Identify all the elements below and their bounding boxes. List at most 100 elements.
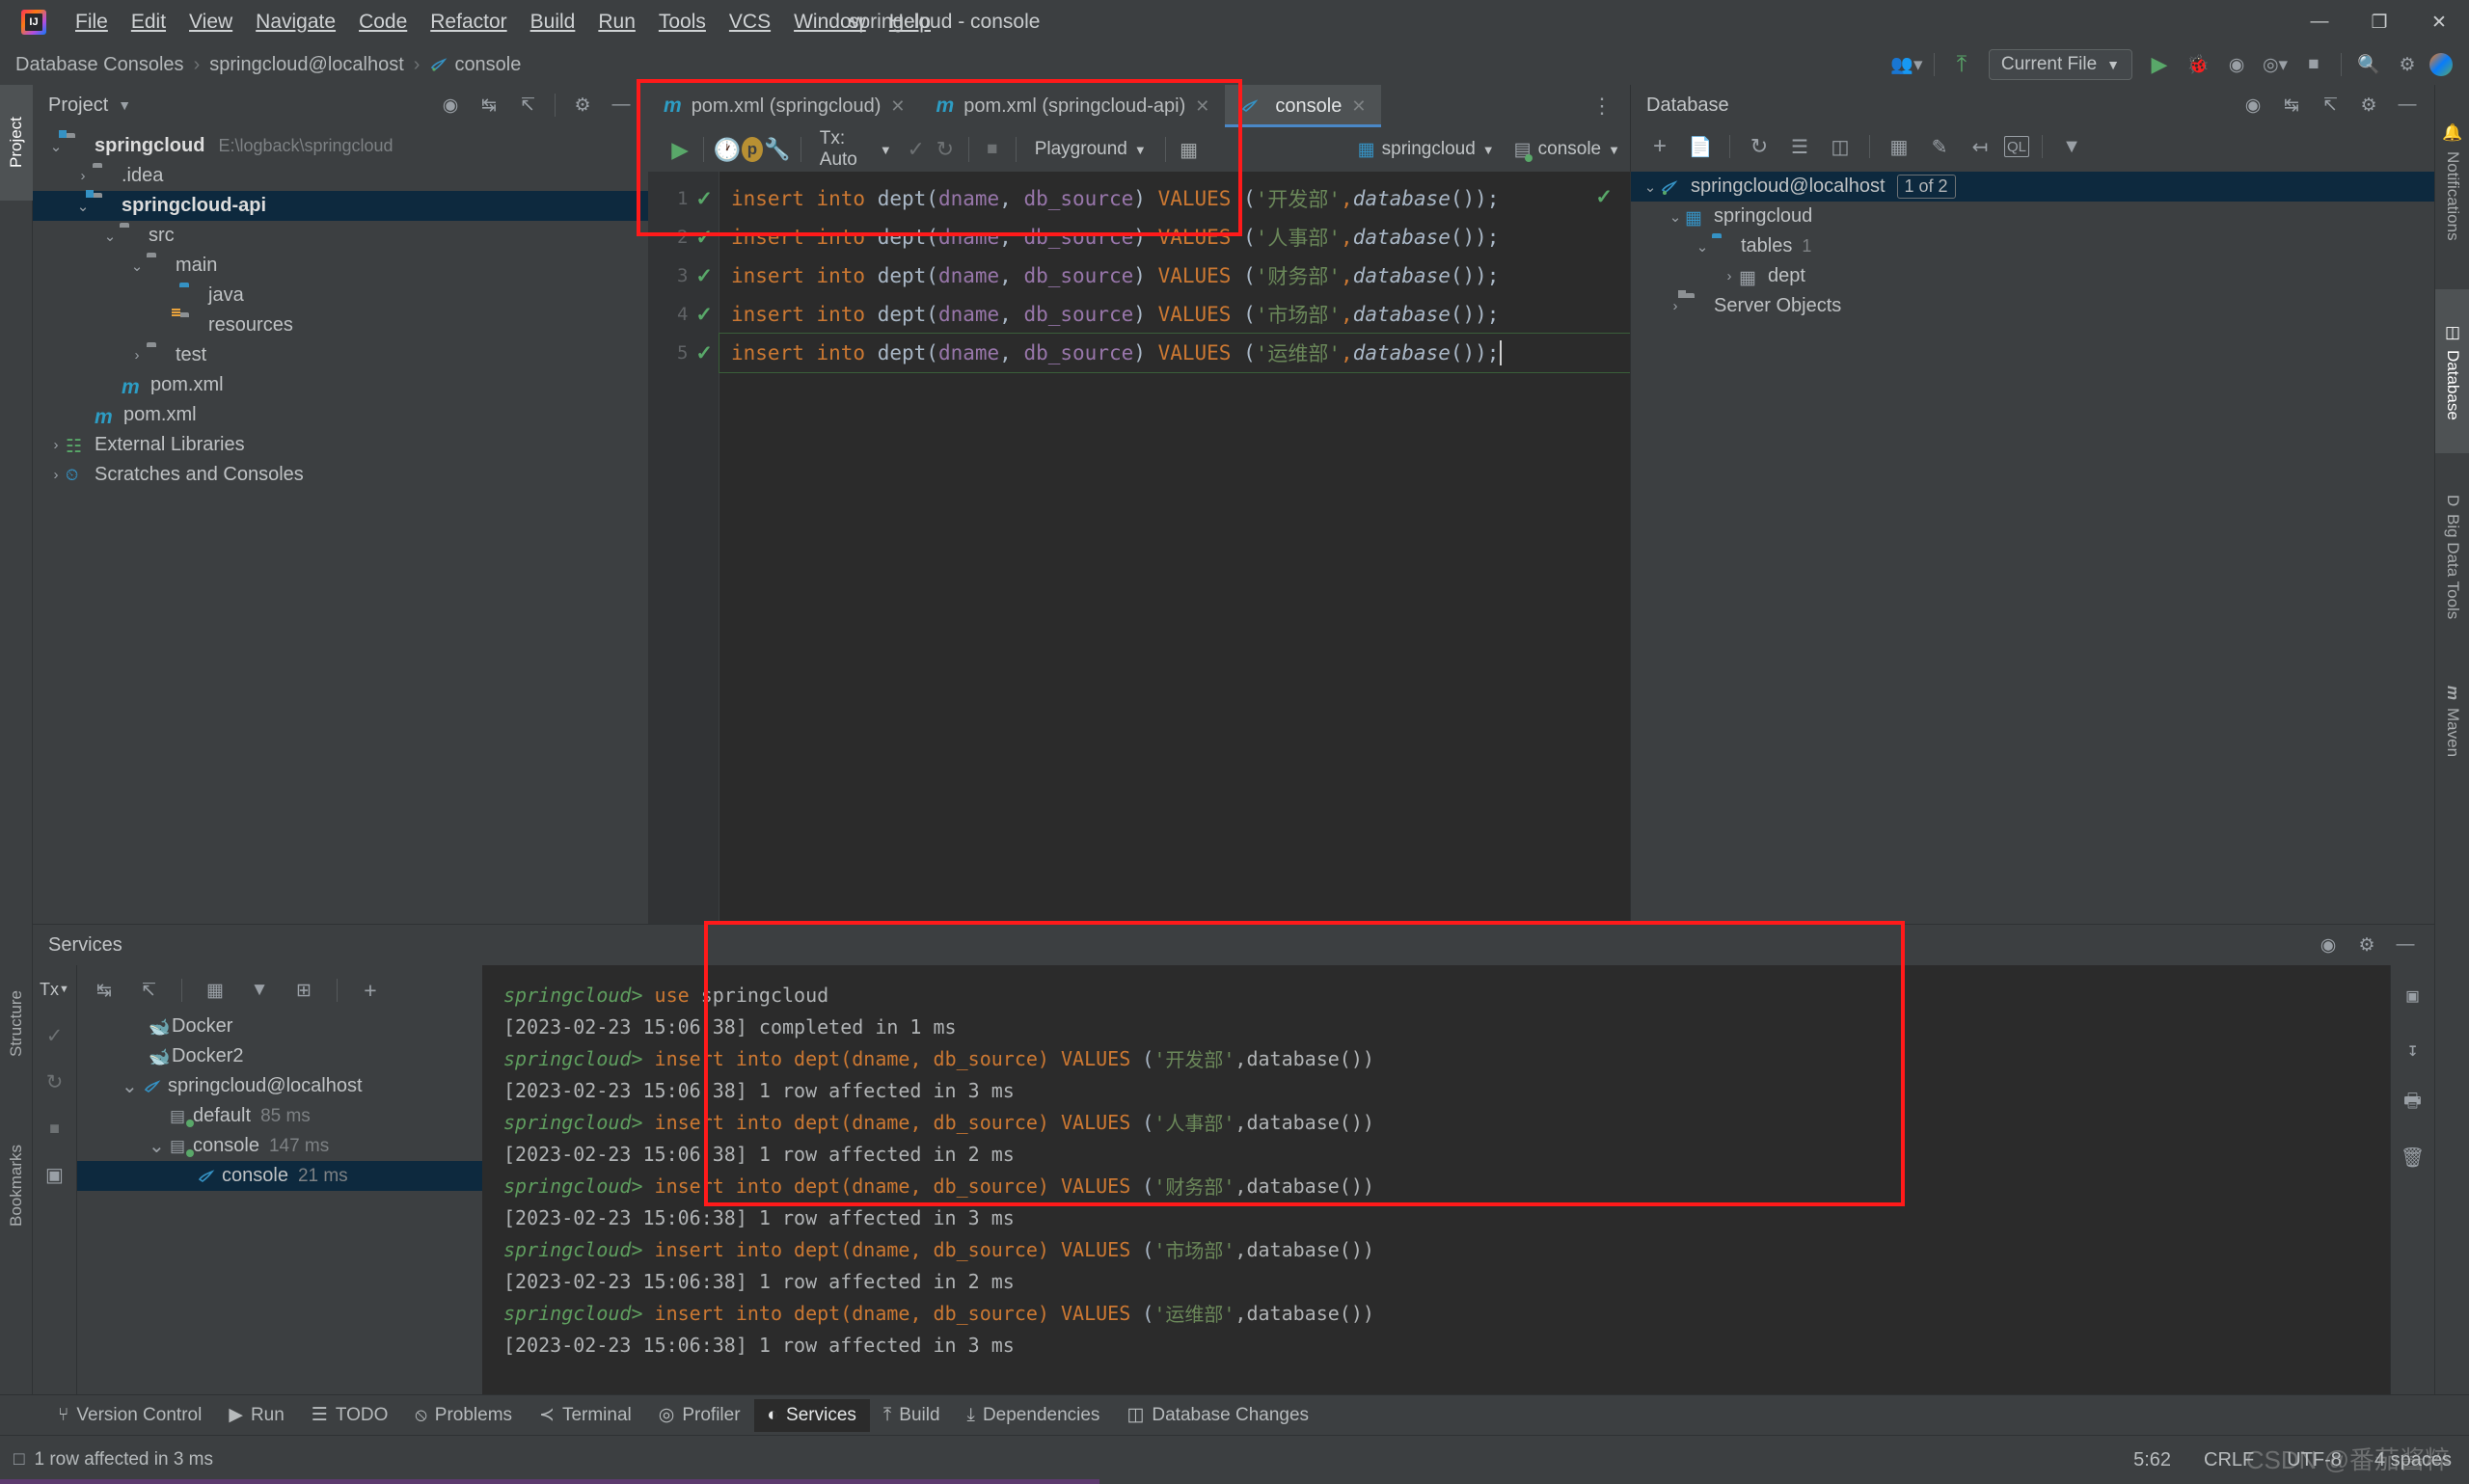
toolwindow-run[interactable]: ▶ Run — [215, 1398, 297, 1432]
menu-build[interactable]: Build — [519, 6, 587, 39]
close-icon[interactable]: ✕ — [890, 96, 905, 117]
expand-all-icon[interactable]: ↹ — [88, 974, 121, 1007]
service-item-session-default[interactable]: ▤ default 85 ms — [77, 1101, 482, 1131]
close-icon[interactable]: ✕ — [1195, 96, 1209, 117]
chevron-right-icon[interactable]: › — [73, 168, 93, 184]
sidebar-item-bookmarks[interactable]: Bookmarks — [0, 1106, 33, 1265]
db-tree-item-tables[interactable]: ⌄ tables 1 — [1631, 231, 2434, 261]
statement-executed-check-icon[interactable]: ✓ — [695, 187, 713, 211]
service-item-docker2[interactable]: 🐋 Docker2 — [77, 1041, 482, 1071]
code-line[interactable]: insert into dept(dname, db_source) VALUE… — [719, 218, 1630, 256]
chevron-right-icon[interactable]: › — [1666, 298, 1685, 314]
sidebar-item-structure[interactable]: Structure — [0, 957, 33, 1092]
expand-all-icon[interactable]: ↹ — [2275, 89, 2308, 121]
tree-item-idea[interactable]: › .idea — [33, 161, 648, 191]
menu-edit[interactable]: Edit — [120, 6, 177, 39]
session-selector[interactable]: ▤ console ▼ — [1505, 139, 1630, 162]
tree-item-test[interactable]: › test — [33, 340, 648, 370]
tree-item-external-libraries[interactable]: › ☷ External Libraries — [33, 430, 648, 460]
db-tree-item-schema-springcloud[interactable]: ⌄ ▦ springcloud — [1631, 202, 2434, 231]
chevron-right-icon[interactable]: › — [1720, 268, 1739, 284]
run-with-coverage-icon[interactable]: ◉ — [2220, 48, 2253, 81]
debug-icon[interactable]: 🐞 — [2182, 48, 2214, 81]
console-output[interactable]: springcloud> use springcloud [2023-02-23… — [482, 965, 2434, 1435]
toolwindow-services[interactable]: ◐ Services — [753, 1398, 870, 1432]
tab-pom-springcloud-api[interactable]: m pom.xml (springcloud-api) ✕ — [921, 85, 1226, 127]
code-line[interactable]: insert into dept(dname, db_source) VALUE… — [719, 256, 1630, 295]
settings-gear-icon[interactable]: ⚙ — [566, 89, 599, 121]
filter-icon[interactable]: ▼ — [243, 974, 276, 1007]
delete-trash-icon[interactable]: 🗑 — [2397, 1141, 2429, 1174]
tree-item-java[interactable]: java — [33, 281, 648, 310]
service-item-session-console[interactable]: ⌄ ▤ console 147 ms — [77, 1131, 482, 1161]
export-icon[interactable]: ↧ — [2397, 1033, 2429, 1066]
editor-gutter[interactable]: 1 ✓ 2 ✓ 3 ✓ 4 ✓ 5 ✓ — [648, 172, 719, 924]
chevron-down-icon[interactable]: ⌄ — [1641, 178, 1660, 196]
editor-options-icon[interactable]: ⋮ — [1584, 85, 1620, 127]
indent-setting[interactable]: 4 spaces — [2374, 1449, 2452, 1471]
line-separator[interactable]: CRLF — [2204, 1449, 2254, 1471]
sql-script-icon[interactable]: ☰ — [1783, 130, 1816, 163]
db-tree-item-server-objects[interactable]: › Server Objects — [1631, 289, 2434, 321]
breadcrumb[interactable]: Database Consoles › springcloud@localhos… — [15, 54, 521, 76]
toolwindow-version-control[interactable]: ⑂ Version Control — [44, 1399, 215, 1432]
minimize-button[interactable]: — — [2290, 0, 2349, 44]
toolwindow-build[interactable]: ⤒ Build — [870, 1399, 954, 1432]
locate-target-icon[interactable]: ◉ — [434, 89, 467, 121]
file-encoding[interactable]: UTF-8 — [2287, 1449, 2342, 1471]
code-lines[interactable]: ✓ insert into dept(dname, db_source) VAL… — [719, 172, 1631, 924]
chevron-down-icon[interactable]: ⌄ — [1693, 238, 1712, 256]
tx-label[interactable]: Tx ▼ — [39, 973, 71, 1006]
toolwindow-profiler[interactable]: ◎ Profiler — [645, 1398, 754, 1432]
chevron-down-icon[interactable]: ⌄ — [127, 257, 147, 275]
build-hammer-icon[interactable]: ⤒ — [1945, 48, 1978, 81]
menu-run[interactable]: Run — [586, 6, 647, 39]
layout-icon[interactable]: ▣ — [39, 1158, 71, 1191]
add-plus-icon[interactable]: + — [1643, 130, 1676, 163]
tree-item-scratches-and-consoles[interactable]: › ⏲ Scratches and Consoles — [33, 460, 648, 490]
sidebar-item-project[interactable]: Project — [0, 85, 33, 201]
chevron-down-icon[interactable]: ⌄ — [149, 1134, 170, 1158]
stop-icon[interactable]: ■ — [2297, 48, 2330, 81]
service-item-datasource[interactable]: ⌄ springcloud@localhost — [77, 1071, 482, 1101]
chevron-right-icon[interactable]: › — [46, 437, 66, 453]
chevron-down-icon[interactable]: ⌄ — [100, 228, 120, 245]
collapse-all-icon[interactable]: ↸ — [132, 974, 165, 1007]
sidebar-item-notifications[interactable]: 🔔 Notifications — [2435, 91, 2469, 274]
sidebar-item-database[interactable]: ◫ Database — [2435, 289, 2469, 453]
refresh-icon[interactable]: ↻ — [1743, 130, 1776, 163]
menu-tools[interactable]: Tools — [647, 6, 718, 39]
search-everywhere-icon[interactable]: 🔍 — [2352, 48, 2385, 81]
chevron-down-icon[interactable]: ⌄ — [1666, 208, 1685, 226]
toolwindow-terminal[interactable]: ≺ Terminal — [526, 1398, 645, 1432]
tree-item-springcloud-api[interactable]: ⌄ springcloud-api — [33, 189, 648, 221]
menu-navigate[interactable]: Navigate — [244, 6, 347, 39]
menu-vcs[interactable]: VCS — [718, 6, 782, 39]
chevron-right-icon[interactable]: › — [46, 467, 66, 483]
history-clock-icon[interactable]: 🕐 — [713, 132, 742, 167]
updates-icon[interactable] — [2429, 53, 2453, 76]
hide-panel-icon[interactable]: — — [2389, 929, 2422, 961]
copy-icon[interactable]: 📄 — [1684, 130, 1717, 163]
toolwindow-dependencies[interactable]: ⤓ Dependencies — [954, 1399, 1114, 1432]
chevron-right-icon[interactable]: › — [127, 347, 147, 364]
db-drop-icon[interactable]: ◫ — [1824, 130, 1857, 163]
group-icon[interactable]: ▦ — [199, 974, 231, 1007]
service-item-console-query[interactable]: console 21 ms — [77, 1161, 482, 1191]
menu-code[interactable]: Code — [347, 6, 419, 39]
code-line[interactable]: insert into dept(dname, db_source) VALUE… — [719, 179, 1630, 218]
project-tree[interactable]: ⌄ springcloud E:\logback\springcloud › .… — [33, 125, 648, 490]
schema-selector[interactable]: Playground ▼ — [1025, 139, 1156, 160]
chevron-down-icon[interactable]: ▼ — [118, 97, 131, 113]
run-icon[interactable]: ▶ — [665, 132, 694, 167]
sidebar-item-big-data-tools[interactable]: D Big Data Tools — [2435, 466, 2469, 649]
print-icon[interactable]: 🖶 — [2397, 1087, 2429, 1120]
profile-icon[interactable]: ◎▾ — [2259, 48, 2292, 81]
close-icon[interactable]: ✕ — [1351, 96, 1366, 117]
table-grid-icon[interactable]: ▦ — [1175, 132, 1204, 167]
locate-target-icon[interactable]: ◉ — [2312, 929, 2345, 961]
chevron-down-icon[interactable]: ⌄ — [46, 138, 66, 155]
parameters-icon[interactable]: p — [742, 137, 763, 162]
db-tree-item-table-dept[interactable]: › ▦ dept — [1631, 261, 2434, 291]
tab-console[interactable]: console ✕ — [1225, 85, 1382, 127]
